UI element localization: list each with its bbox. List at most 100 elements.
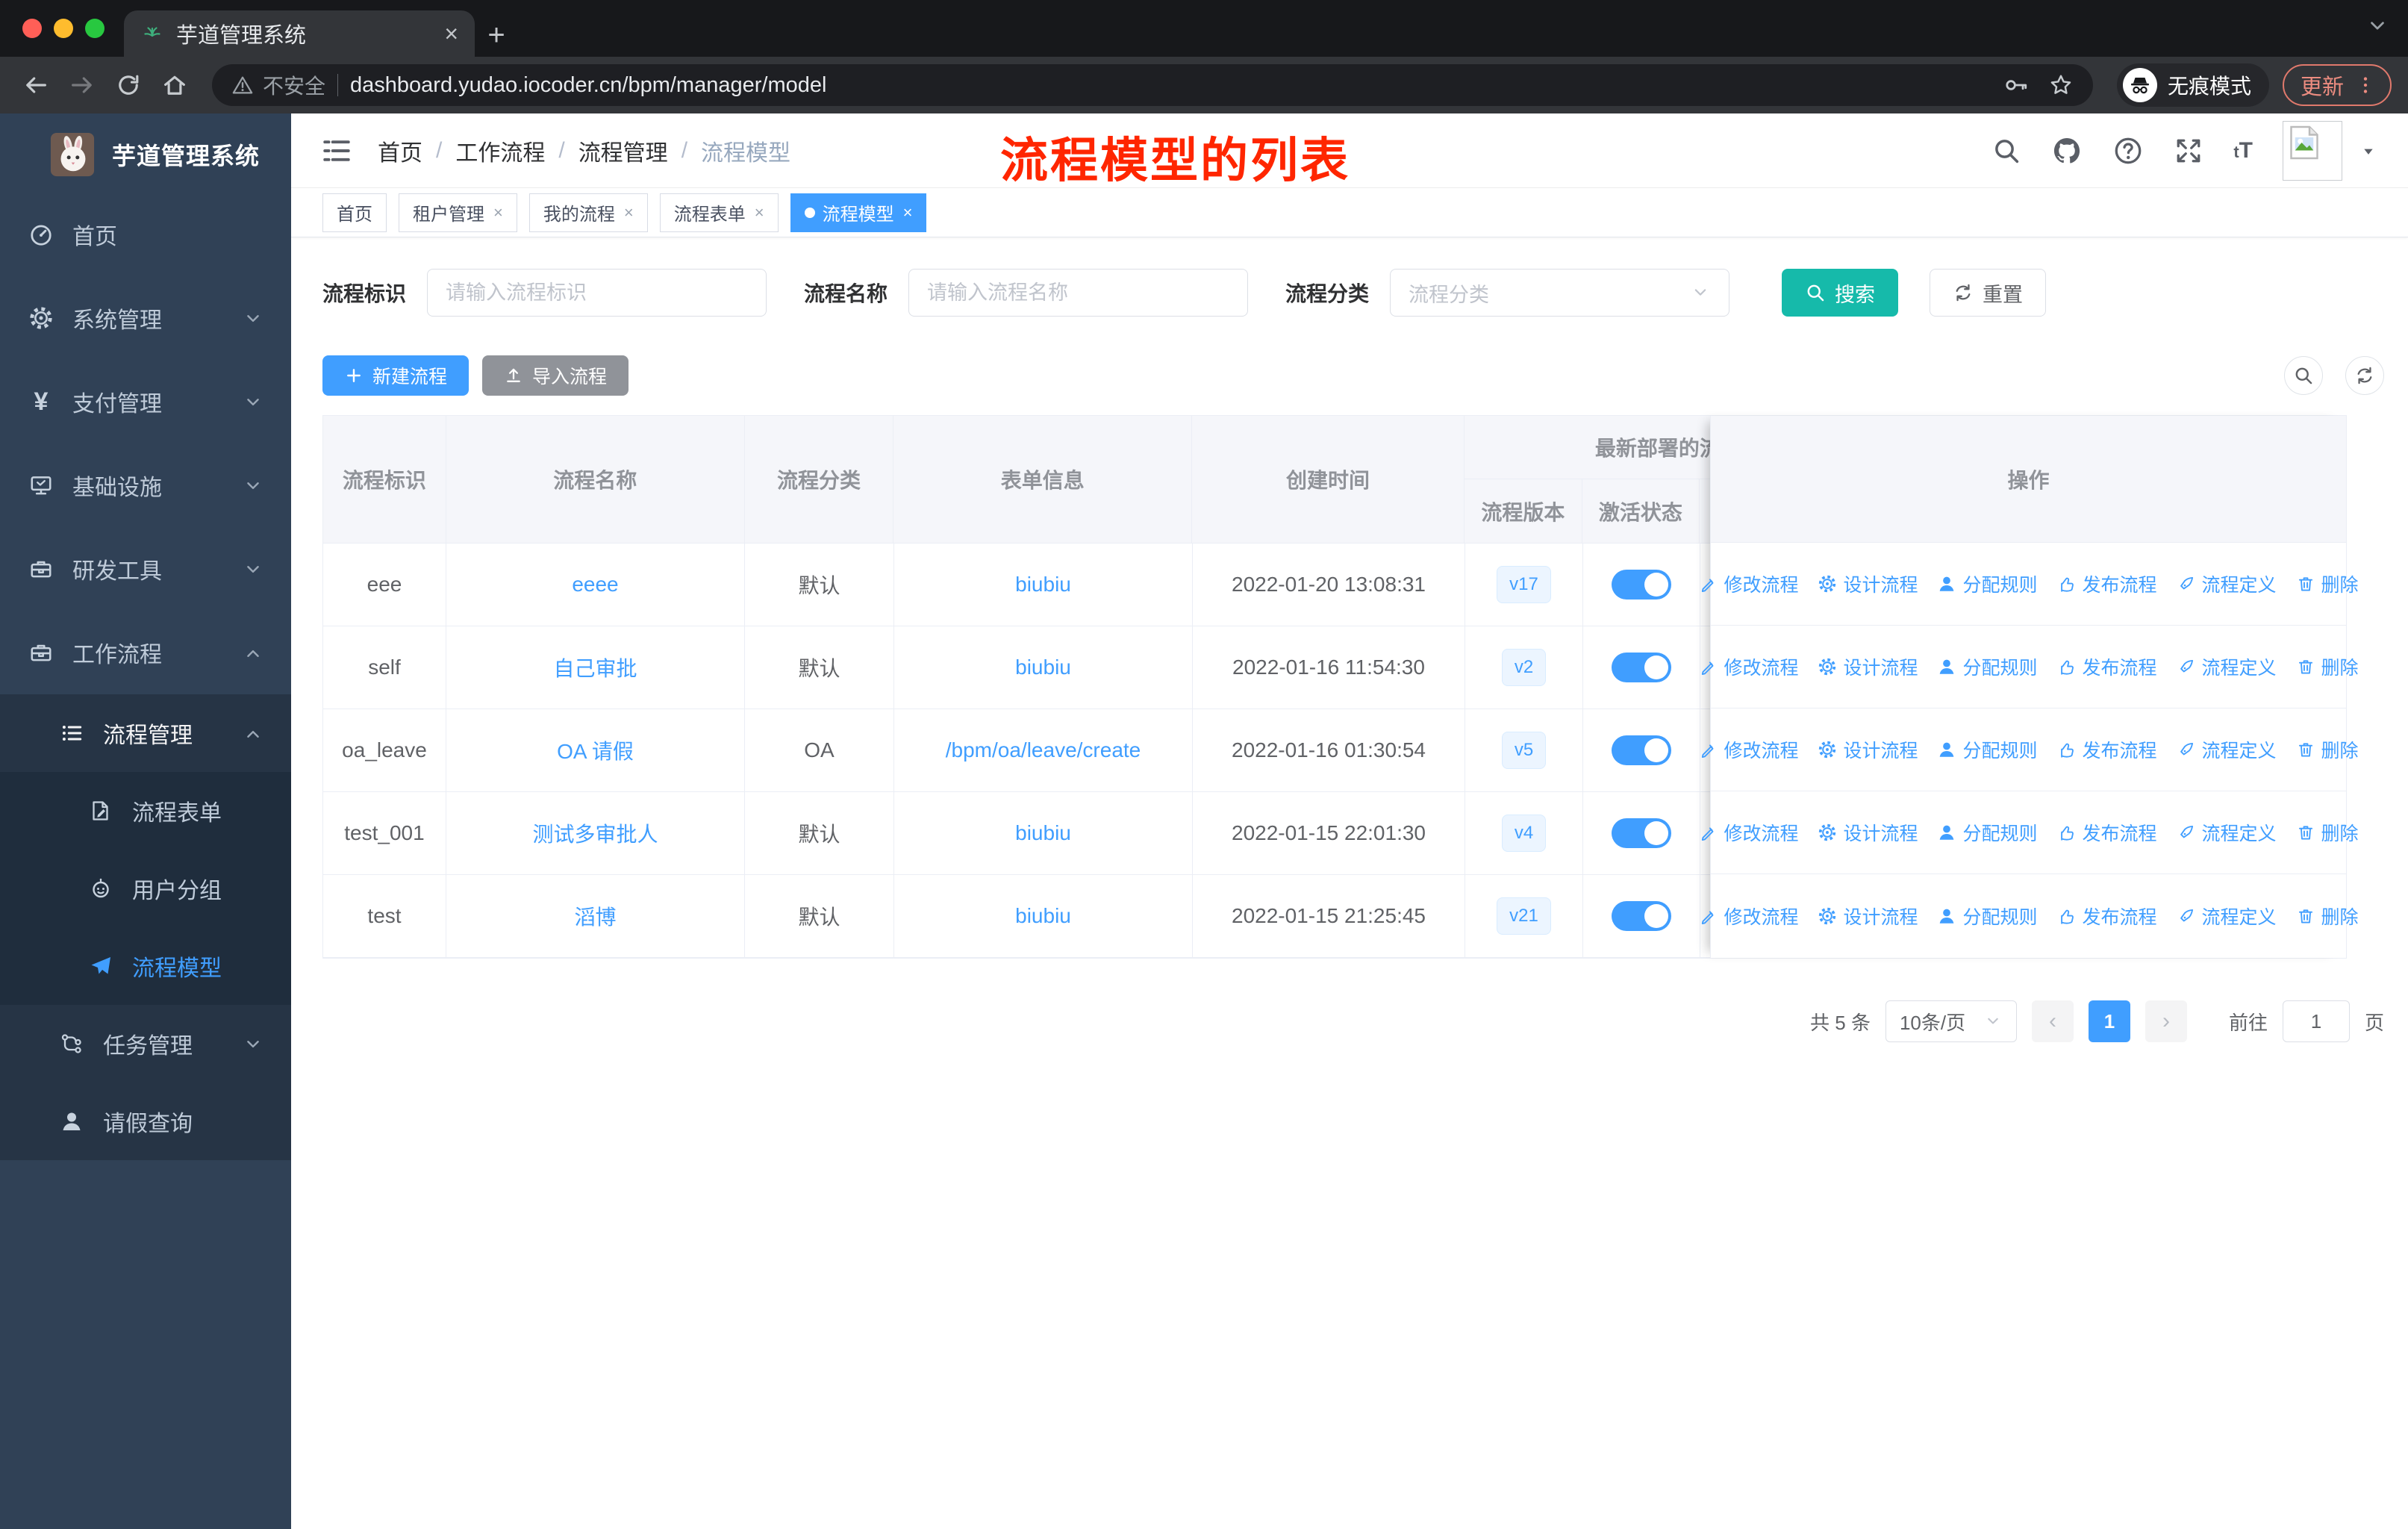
github-icon[interactable] <box>2051 135 2083 166</box>
action-modify[interactable]: 修改流程 <box>1698 736 1798 763</box>
reload-button[interactable] <box>109 66 148 105</box>
forward-button[interactable] <box>63 66 102 105</box>
action-definition[interactable]: 流程定义 <box>2177 736 2277 763</box>
version-badge[interactable]: v21 <box>1497 897 1551 935</box>
prev-page-button[interactable]: ‹ <box>2031 1000 2074 1042</box>
close-icon[interactable]: × <box>493 203 503 222</box>
action-delete[interactable]: 删除 <box>2296 819 2359 846</box>
tag-home[interactable]: 首页 <box>322 193 387 232</box>
version-badge[interactable]: v4 <box>1501 815 1547 852</box>
action-design[interactable]: 设计流程 <box>1818 736 1918 763</box>
process-name-link[interactable]: 自己审批 <box>553 653 637 682</box>
form-info-link[interactable]: biubiu <box>1015 573 1071 597</box>
active-toggle[interactable] <box>1612 570 1671 600</box>
breadcrumb-workflow[interactable]: 工作流程 <box>455 134 545 167</box>
breadcrumb-home[interactable]: 首页 <box>378 134 422 167</box>
sidebar-item-infra[interactable]: 基础设施 <box>0 443 291 527</box>
tab-search-chevron-icon[interactable] <box>2365 13 2390 39</box>
help-icon[interactable] <box>2112 135 2144 166</box>
form-info-link[interactable]: biubiu <box>1015 821 1071 845</box>
sidebar-item-process-mgmt[interactable]: 流程管理 <box>0 694 291 772</box>
reset-button[interactable]: 重置 <box>1930 269 2047 317</box>
tag-tenant-mgmt[interactable]: 租户管理 × <box>399 193 517 232</box>
process-key-input[interactable] <box>427 269 767 317</box>
tab-close-icon[interactable]: × <box>444 22 458 46</box>
process-name-link[interactable]: 滔博 <box>574 901 616 931</box>
form-info-link[interactable]: biubiu <box>1015 655 1071 679</box>
sidebar-item-workflow[interactable]: 工作流程 <box>0 611 291 694</box>
form-info-link[interactable]: /bpm/oa/leave/create <box>946 738 1141 762</box>
action-design[interactable]: 设计流程 <box>1818 819 1918 846</box>
action-modify[interactable]: 修改流程 <box>1698 653 1798 680</box>
close-icon[interactable]: × <box>903 203 913 222</box>
action-modify[interactable]: 修改流程 <box>1698 819 1798 846</box>
action-definition[interactable]: 流程定义 <box>2177 570 2277 597</box>
active-toggle[interactable] <box>1612 901 1671 931</box>
action-publish[interactable]: 发布流程 <box>2057 903 2157 929</box>
sidebar-item-payment[interactable]: ¥ 支付管理 <box>0 360 291 443</box>
action-publish[interactable]: 发布流程 <box>2057 819 2157 846</box>
close-icon[interactable]: × <box>624 203 634 222</box>
action-definition[interactable]: 流程定义 <box>2177 819 2277 846</box>
create-process-button[interactable]: 新建流程 <box>322 355 470 396</box>
version-badge[interactable]: v5 <box>1501 732 1547 769</box>
home-button[interactable] <box>155 66 194 105</box>
url-text[interactable]: dashboard.yudao.iocoder.cn/bpm/manager/m… <box>350 73 1991 98</box>
page-1-button[interactable]: 1 <box>2088 1000 2130 1042</box>
text-size-icon[interactable]: tT <box>2233 138 2253 164</box>
action-design[interactable]: 设计流程 <box>1818 653 1918 680</box>
minimize-window-button[interactable] <box>54 19 73 38</box>
action-delete[interactable]: 删除 <box>2296 903 2359 929</box>
search-icon[interactable] <box>1991 136 2021 166</box>
show-search-toggle-button[interactable] <box>2284 356 2323 395</box>
browser-tab[interactable]: 芋道管理系统 × <box>124 10 475 57</box>
sidebar-item-user-group[interactable]: 用户分组 <box>0 850 291 927</box>
avatar[interactable] <box>2283 120 2342 181</box>
sidebar-item-devtools[interactable]: 研发工具 <box>0 527 291 611</box>
new-tab-button[interactable]: + <box>475 13 518 57</box>
address-bar[interactable]: 不安全 dashboard.yudao.iocoder.cn/bpm/manag… <box>212 64 2093 106</box>
sidebar-item-leave-query[interactable]: 请假查询 <box>0 1083 291 1160</box>
process-name-link[interactable]: OA 请假 <box>557 735 634 765</box>
sidebar-item-process-form[interactable]: 流程表单 <box>0 772 291 850</box>
sidebar-item-home[interactable]: 首页 <box>0 193 291 276</box>
tag-process-form[interactable]: 流程表单 × <box>659 193 779 232</box>
action-modify[interactable]: 修改流程 <box>1698 903 1798 929</box>
action-definition[interactable]: 流程定义 <box>2177 903 2277 929</box>
version-badge[interactable]: v2 <box>1501 649 1547 686</box>
goto-page-input[interactable] <box>2282 1000 2350 1042</box>
action-delete[interactable]: 删除 <box>2296 736 2359 763</box>
action-publish[interactable]: 发布流程 <box>2057 570 2157 597</box>
next-page-button[interactable]: › <box>2145 1000 2187 1042</box>
bookmark-star-icon[interactable] <box>2048 72 2074 98</box>
process-name-link[interactable]: eeee <box>572 573 618 597</box>
action-definition[interactable]: 流程定义 <box>2177 653 2277 680</box>
fullscreen-icon[interactable] <box>2174 136 2203 166</box>
tag-process-model[interactable]: 流程模型 × <box>790 193 927 232</box>
version-badge[interactable]: v17 <box>1497 566 1551 603</box>
sidebar-item-task-mgmt[interactable]: 任务管理 <box>0 1005 291 1083</box>
action-delete[interactable]: 删除 <box>2296 570 2359 597</box>
action-design[interactable]: 设计流程 <box>1818 570 1918 597</box>
action-delete[interactable]: 删除 <box>2296 653 2359 680</box>
zoom-window-button[interactable] <box>85 19 105 38</box>
user-menu-caret-icon[interactable] <box>2359 141 2378 161</box>
browser-menu-dots-icon[interactable] <box>2354 74 2377 96</box>
breadcrumb-process-mgmt[interactable]: 流程管理 <box>578 134 668 167</box>
security-status[interactable]: 不安全 <box>231 70 325 100</box>
action-publish[interactable]: 发布流程 <box>2057 736 2157 763</box>
action-assign-rule[interactable]: 分配规则 <box>1937 819 2038 846</box>
action-assign-rule[interactable]: 分配规则 <box>1937 570 2038 597</box>
back-button[interactable] <box>16 66 55 105</box>
action-modify[interactable]: 修改流程 <box>1698 570 1798 597</box>
page-size-select[interactable]: 10条/页 <box>1885 1000 2017 1042</box>
active-toggle[interactable] <box>1612 653 1671 682</box>
sidebar-item-system[interactable]: 系统管理 <box>0 276 291 360</box>
active-toggle[interactable] <box>1612 818 1671 848</box>
active-toggle[interactable] <box>1612 735 1671 765</box>
chrome-update-button[interactable]: 更新 <box>2282 64 2392 106</box>
category-select[interactable]: 流程分类 <box>1390 269 1730 317</box>
tag-my-process[interactable]: 我的流程 × <box>528 193 648 232</box>
action-publish[interactable]: 发布流程 <box>2057 653 2157 680</box>
collapse-sidebar-icon[interactable] <box>321 135 352 166</box>
